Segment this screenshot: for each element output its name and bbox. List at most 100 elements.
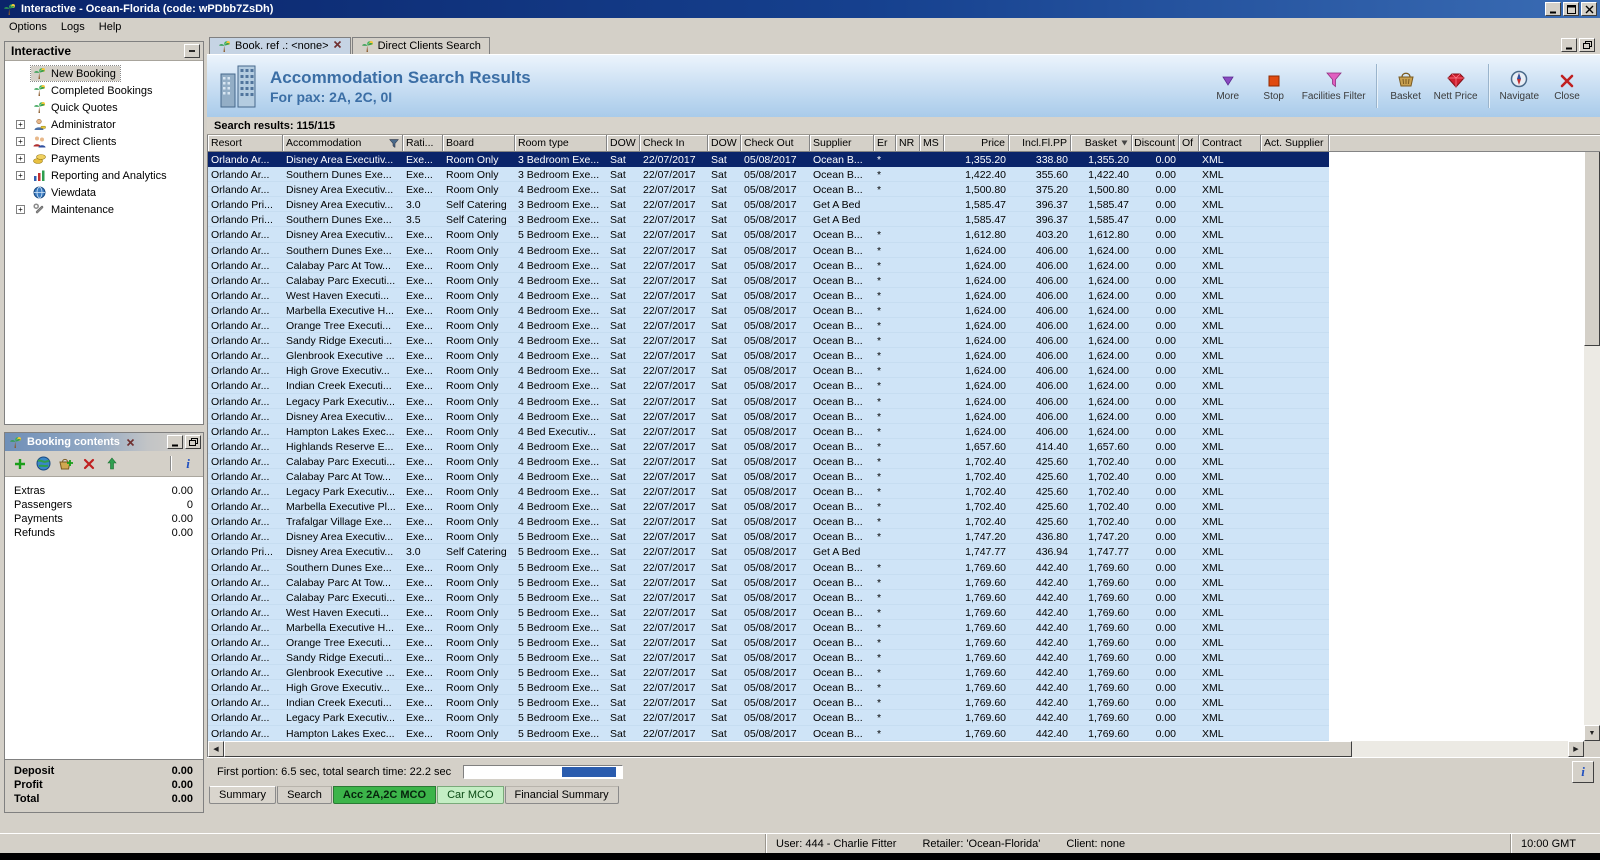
- table-row[interactable]: Orlando Pri...Disney Area Executiv...3.0…: [208, 197, 1329, 212]
- expander-icon[interactable]: +: [16, 137, 25, 146]
- list-item[interactable]: Payments0.00: [5, 512, 203, 526]
- sidebar-item-viewdata[interactable]: Viewdata: [5, 184, 203, 201]
- table-row[interactable]: Orlando Ar...Trafalgar Village Exe...Exe…: [208, 514, 1329, 529]
- column-header-resort[interactable]: Resort: [208, 135, 283, 152]
- table-row[interactable]: Orlando Ar...Marbella Executive H...Exe.…: [208, 620, 1329, 635]
- bottom-tab-car-mco[interactable]: Car MCO: [437, 786, 503, 804]
- column-header-price[interactable]: Price: [944, 135, 1009, 152]
- column-header-dow[interactable]: DOW: [708, 135, 741, 152]
- list-item[interactable]: Extras0.00: [5, 484, 203, 498]
- table-row[interactable]: Orlando Ar...Highlands Reserve E...Exe..…: [208, 439, 1329, 454]
- sidebar-item-administrator[interactable]: +Administrator: [5, 116, 203, 133]
- tab-direct-clients-search[interactable]: Direct Clients Search: [352, 37, 490, 54]
- bottom-tab-financial-summary[interactable]: Financial Summary: [505, 786, 619, 804]
- stop-button[interactable]: Stop: [1251, 59, 1297, 113]
- expander-icon[interactable]: +: [16, 120, 25, 129]
- tab-book-ref-none[interactable]: Book. ref .: <none>: [209, 37, 351, 54]
- sidebar-item-new-booking[interactable]: New Booking: [5, 65, 203, 82]
- list-item[interactable]: Passengers0: [5, 498, 203, 512]
- table-row[interactable]: Orlando Ar...Disney Area Executiv...Exe.…: [208, 529, 1329, 544]
- close-button[interactable]: Close: [1544, 59, 1590, 113]
- table-row[interactable]: Orlando Ar...Legacy Park Executiv...Exe.…: [208, 484, 1329, 499]
- table-row[interactable]: Orlando Ar...High Grove Executiv...Exe..…: [208, 680, 1329, 695]
- minimize-button[interactable]: [1545, 2, 1561, 16]
- mdi-minimize-button[interactable]: [1561, 38, 1577, 52]
- table-row[interactable]: Orlando Ar...Disney Area Executiv...Exe.…: [208, 152, 1329, 167]
- column-header-rati[interactable]: Rati...: [403, 135, 443, 152]
- table-row[interactable]: Orlando Ar...Calabay Parc Executi...Exe.…: [208, 273, 1329, 288]
- horizontal-scrollbar[interactable]: ◀ ▶: [208, 741, 1584, 757]
- table-row[interactable]: Orlando Ar...Legacy Park Executiv...Exe.…: [208, 710, 1329, 725]
- table-row[interactable]: Orlando Pri...Southern Dunes Exe...3.5Se…: [208, 212, 1329, 227]
- column-header-act-supplier[interactable]: Act. Supplier: [1261, 135, 1329, 152]
- table-row[interactable]: Orlando Ar...Legacy Park Executiv...Exe.…: [208, 394, 1329, 409]
- bottom-tab-acc-2a-2c-mco[interactable]: Acc 2A,2C MCO: [333, 786, 436, 804]
- bottom-tab-search[interactable]: Search: [277, 786, 332, 804]
- sidebar-item-payments[interactable]: +Payments: [5, 150, 203, 167]
- vertical-scrollbar[interactable]: ▲ ▼: [1584, 135, 1600, 741]
- info-button[interactable]: i: [1572, 761, 1594, 783]
- vertical-scroll-thumb[interactable]: [1584, 151, 1600, 346]
- table-row[interactable]: Orlando Ar...Indian Creek Executi...Exe.…: [208, 378, 1329, 393]
- menu-help[interactable]: Help: [92, 19, 129, 35]
- table-row[interactable]: Orlando Ar...West Haven Executi...Exe...…: [208, 288, 1329, 303]
- table-row[interactable]: Orlando Ar...Calabay Parc Executi...Exe.…: [208, 590, 1329, 605]
- add-button[interactable]: [11, 455, 29, 473]
- column-header-dow[interactable]: DOW: [607, 135, 640, 152]
- add-basket-button[interactable]: [57, 455, 75, 473]
- column-header-discount[interactable]: Discount: [1132, 135, 1179, 152]
- table-row[interactable]: Orlando Ar...Disney Area Executiv...Exe.…: [208, 409, 1329, 424]
- info-button[interactable]: i: [179, 455, 197, 473]
- column-header-er[interactable]: Er: [874, 135, 896, 152]
- table-row[interactable]: Orlando Ar...High Grove Executiv...Exe..…: [208, 363, 1329, 378]
- column-header-nr[interactable]: NR: [896, 135, 920, 152]
- column-header-check-in[interactable]: Check In: [640, 135, 708, 152]
- column-header-of[interactable]: Of: [1179, 135, 1199, 152]
- scroll-left-button[interactable]: ◀: [208, 741, 224, 757]
- table-row[interactable]: Orlando Ar...Calabay Parc At Tow...Exe..…: [208, 469, 1329, 484]
- world-button[interactable]: [34, 455, 52, 473]
- table-row[interactable]: Orlando Ar...West Haven Executi...Exe...…: [208, 605, 1329, 620]
- column-header-supplier[interactable]: Supplier: [810, 135, 874, 152]
- mdi-restore-button[interactable]: [1579, 38, 1595, 52]
- sidebar-item-quick-quotes[interactable]: Quick Quotes: [5, 99, 203, 116]
- sidebar-item-maintenance[interactable]: +Maintenance: [5, 201, 203, 218]
- delete-button[interactable]: [80, 455, 98, 473]
- booking-contents-restore-button[interactable]: [185, 435, 201, 449]
- table-row[interactable]: Orlando Ar...Indian Creek Executi...Exe.…: [208, 695, 1329, 710]
- horizontal-scroll-thumb[interactable]: [224, 741, 1352, 757]
- table-row[interactable]: Orlando Ar...Southern Dunes Exe...Exe...…: [208, 167, 1329, 182]
- table-row[interactable]: Orlando Ar...Disney Area Executiv...Exe.…: [208, 227, 1329, 242]
- facilities-filter-button[interactable]: Facilities Filter: [1297, 59, 1371, 113]
- table-row[interactable]: Orlando Ar...Orange Tree Executi...Exe..…: [208, 635, 1329, 650]
- table-row[interactable]: Orlando Ar...Southern Dunes Exe...Exe...…: [208, 243, 1329, 258]
- table-row[interactable]: Orlando Ar...Hampton Lakes Exec...Exe...…: [208, 726, 1329, 741]
- scroll-right-button[interactable]: ▶: [1568, 741, 1584, 757]
- expander-icon[interactable]: +: [16, 154, 25, 163]
- sidebar-item-reporting-and-analytics[interactable]: +Reporting and Analytics: [5, 167, 203, 184]
- booking-contents-minimize-button[interactable]: [167, 435, 183, 449]
- column-header-incl-fl-pp[interactable]: Incl.Fl.PP: [1009, 135, 1071, 152]
- table-row[interactable]: Orlando Pri...Disney Area Executiv...3.0…: [208, 544, 1329, 559]
- table-row[interactable]: Orlando Ar...Southern Dunes Exe...Exe...…: [208, 560, 1329, 575]
- basket-up-button[interactable]: [103, 455, 121, 473]
- table-row[interactable]: Orlando Ar...Disney Area Executiv...Exe.…: [208, 182, 1329, 197]
- expander-icon[interactable]: +: [16, 171, 25, 180]
- sidebar-item-direct-clients[interactable]: +Direct Clients: [5, 133, 203, 150]
- table-row[interactable]: Orlando Ar...Marbella Executive Pl...Exe…: [208, 499, 1329, 514]
- column-header-accommodation[interactable]: Accommodation: [283, 135, 403, 152]
- table-row[interactable]: Orlando Ar...Orange Tree Executi...Exe..…: [208, 318, 1329, 333]
- expander-icon[interactable]: +: [16, 205, 25, 214]
- table-row[interactable]: Orlando Ar...Calabay Parc At Tow...Exe..…: [208, 258, 1329, 273]
- menu-logs[interactable]: Logs: [54, 19, 92, 35]
- menu-options[interactable]: Options: [2, 19, 54, 35]
- table-row[interactable]: Orlando Ar...Sandy Ridge Executi...Exe..…: [208, 650, 1329, 665]
- scroll-down-button[interactable]: ▼: [1584, 725, 1600, 741]
- nett-price-button[interactable]: Nett Price: [1429, 59, 1483, 113]
- column-header-check-out[interactable]: Check Out: [741, 135, 810, 152]
- more-button[interactable]: More: [1205, 59, 1251, 113]
- column-header-basket[interactable]: Basket: [1071, 135, 1132, 152]
- column-header-room-type[interactable]: Room type: [515, 135, 607, 152]
- basket-button[interactable]: Basket: [1383, 59, 1429, 113]
- table-row[interactable]: Orlando Ar...Glenbrook Executive ...Exe.…: [208, 665, 1329, 680]
